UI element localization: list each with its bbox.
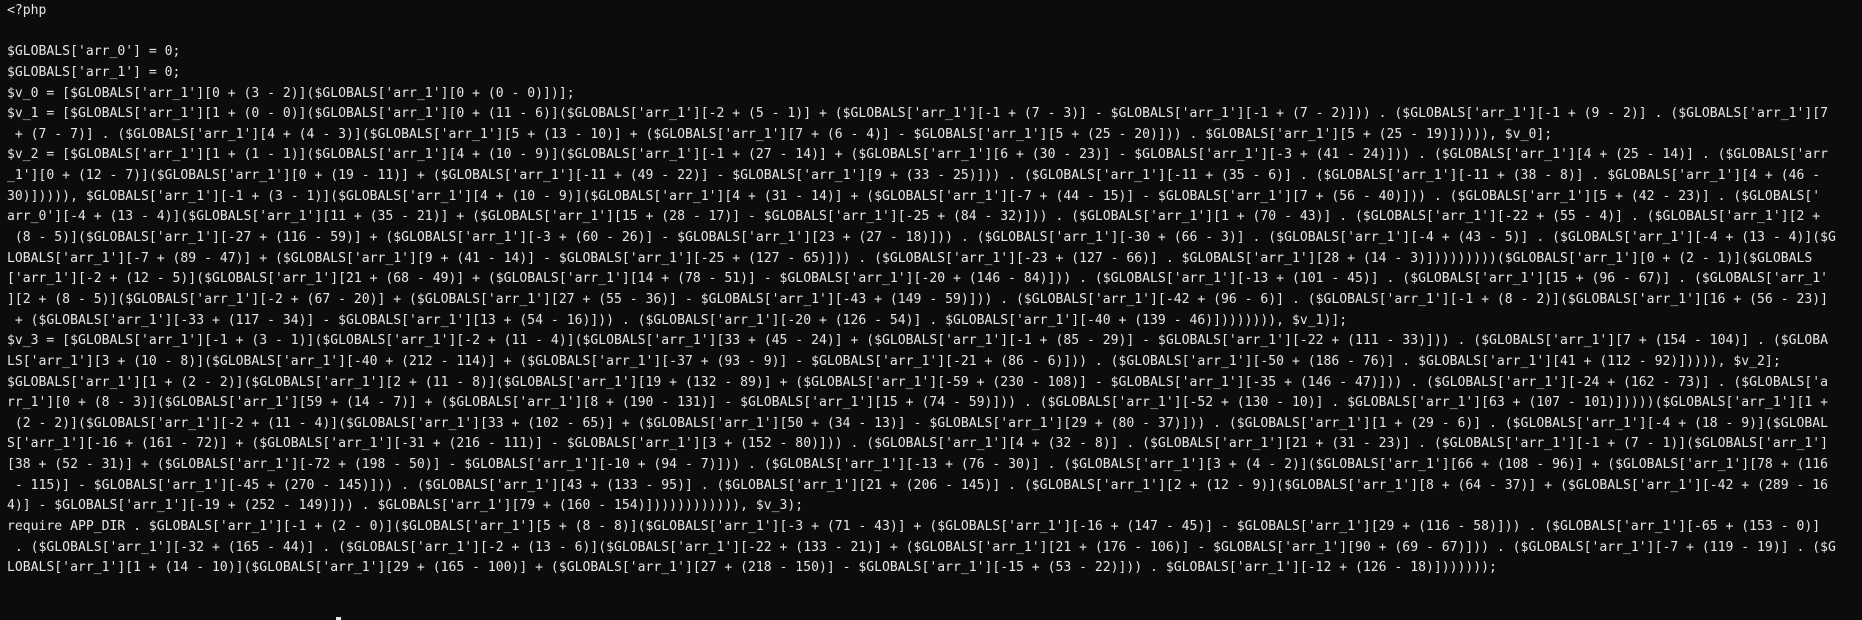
- code-line: _1'][0 + (12 - 7)]($GLOBALS['arr_1'][0 +…: [7, 168, 1821, 184]
- code-line: $v_1 = [$GLOBALS['arr_1'][1 + (0 - 0)]($…: [7, 106, 1828, 122]
- code-line: LOBALS['arr_1'][-7 + (89 - 47)] + ($GLOB…: [7, 250, 1813, 266]
- code-line: + ($GLOBALS['arr_1'][-33 + (117 - 34)] -…: [7, 312, 1348, 328]
- code-line: require APP_DIR . $GLOBALS['arr_1'][-1 +…: [7, 519, 1821, 535]
- terminal-window[interactable]: <?php $GLOBALS['arr_0'] = 0; $GLOBALS['arr…: [0, 0, 1862, 620]
- code-line: rr_1'][0 + (8 - 3)]($GLOBALS['arr_1'][59…: [7, 395, 1828, 411]
- code-line: $GLOBALS['arr_1'][1 + (2 - 2)]($GLOBALS[…: [7, 374, 1828, 390]
- code-line: - 115)] - $GLOBALS['arr_1'][-45 + (270 -…: [7, 477, 1828, 493]
- code-line: $v_0 = [$GLOBALS['arr_1'][0 + (3 - 2)]($…: [7, 85, 575, 101]
- code-line: 4)] - $GLOBALS['arr_1'][-19 + (252 - 149…: [7, 498, 804, 514]
- code-line: LS['arr_1'][3 + (10 - 8)]($GLOBALS['arr_…: [7, 353, 1781, 369]
- code-line: + (7 - 7)] . ($GLOBALS['arr_1'][4 + (4 -…: [7, 126, 1553, 142]
- code-line: [38 + (52 - 31)] + ($GLOBALS['arr_1'][-7…: [7, 457, 1828, 473]
- code-line: $v_3 = [$GLOBALS['arr_1'][-1 + (3 - 1)](…: [7, 333, 1828, 349]
- code-line: 30)])))), $GLOBALS['arr_1'][-1 + (3 - 1)…: [7, 188, 1821, 204]
- code-line: <?php: [7, 3, 47, 18]
- code-line: $v_2 = [$GLOBALS['arr_1'][1 + (1 - 1)]($…: [7, 147, 1828, 163]
- code-line: $GLOBALS['arr_1'] = 0;: [7, 64, 181, 80]
- code-line: ['arr_1'][-2 + (12 - 5)]($GLOBALS['arr_1…: [7, 271, 1828, 287]
- code-line: $GLOBALS['arr_0'] = 0;: [7, 44, 181, 60]
- code-line: (2 - 2)]($GLOBALS['arr_1'][-2 + (11 - 4)…: [7, 415, 1828, 431]
- code-line: (8 - 5)]($GLOBALS['arr_1'][-27 + (116 - …: [7, 230, 1836, 246]
- code-line: . ($GLOBALS['arr_1'][-32 + (165 - 44)] .…: [7, 539, 1836, 555]
- code-output: <?php $GLOBALS['arr_0'] = 0; $GLOBALS['arr…: [7, 1, 1859, 579]
- code-line: S['arr_1'][-16 + (161 - 72)] + ($GLOBALS…: [7, 436, 1828, 452]
- code-line: arr_0'][-4 + (13 - 4)]($GLOBALS['arr_1']…: [7, 209, 1821, 225]
- code-line: ][2 + (8 - 5)]($GLOBALS['arr_1'][-2 + (6…: [7, 291, 1828, 307]
- code-line: LOBALS['arr_1'][1 + (14 - 10)]($GLOBALS[…: [7, 560, 1497, 576]
